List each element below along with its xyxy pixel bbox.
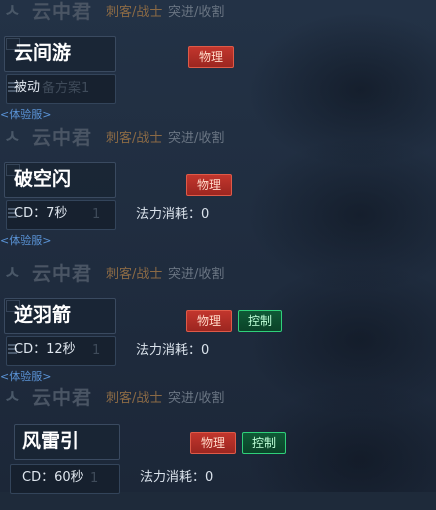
ghost-label: 1 bbox=[92, 207, 101, 222]
hero-roles: 刺客/战士 bbox=[106, 267, 163, 282]
physical-tag: 物理 bbox=[188, 46, 234, 68]
skill-name: 破空闪 bbox=[14, 168, 72, 190]
ghost-label: 1 bbox=[92, 343, 101, 358]
test-server-link[interactable]: <体验服> bbox=[0, 234, 51, 248]
hero-logo-icon: ㅅ bbox=[4, 1, 21, 22]
hero-header: ㅅ 云中君 刺客/战士 突进/收割 bbox=[0, 262, 436, 288]
hero-logo-icon: ㅅ bbox=[4, 127, 21, 148]
hero-name: 云中君 bbox=[32, 263, 93, 285]
test-server-link[interactable]: <体验服> bbox=[0, 370, 51, 384]
hero-logo-icon: ㅅ bbox=[4, 263, 21, 284]
hero-header: ㅅ 云中君 刺客/战士 突进/收割 bbox=[0, 386, 436, 412]
skill-info-text: 被动 bbox=[14, 80, 41, 95]
skill-name: 逆羽箭 bbox=[14, 304, 72, 326]
skill-name: 云间游 bbox=[14, 42, 72, 64]
skill-info-text: CD：7秒 bbox=[14, 206, 68, 221]
ghost-label: 1 bbox=[90, 471, 99, 486]
hero-roles: 刺客/战士 bbox=[106, 5, 163, 20]
hero-name: 云中君 bbox=[32, 1, 93, 23]
hero-tags: 突进/收割 bbox=[168, 131, 225, 146]
hero-roles: 刺客/战士 bbox=[106, 131, 163, 146]
hero-roles: 刺客/战士 bbox=[106, 391, 163, 406]
hero-header: ㅅ 云中君 刺客/战士 突进/收割 bbox=[0, 0, 436, 26]
skill-panel-2: ㅅ 云中君 刺客/战士 突进/收割 破空闪 物理 CD：7秒 1 法力消耗：0 … bbox=[0, 126, 436, 250]
mana-cost-text: 法力消耗：0 bbox=[136, 343, 210, 358]
hero-logo-icon: ㅅ bbox=[4, 387, 21, 408]
control-tag: 控制 bbox=[238, 310, 282, 332]
skill-info-text: CD：12秒 bbox=[14, 342, 76, 357]
skill-panel-4: ㅅ 云中君 刺客/战士 突进/收割 风雷引 物理 控制 CD：60秒 1 法力消… bbox=[0, 386, 436, 510]
skill-info-text: CD：60秒 bbox=[22, 470, 84, 485]
physical-tag: 物理 bbox=[186, 310, 232, 332]
mana-cost-text: 法力消耗：0 bbox=[136, 207, 210, 222]
hero-header: ㅅ 云中君 刺客/战士 突进/收割 bbox=[0, 126, 436, 152]
control-tag: 控制 bbox=[242, 432, 286, 454]
skill-name: 风雷引 bbox=[22, 430, 80, 452]
test-server-link[interactable]: <体验服> bbox=[0, 108, 51, 122]
ghost-label: 备方案1 bbox=[42, 81, 90, 96]
physical-tag: 物理 bbox=[186, 174, 232, 196]
hero-name: 云中君 bbox=[32, 127, 93, 149]
hero-tags: 突进/收割 bbox=[168, 267, 225, 282]
hero-name: 云中君 bbox=[32, 387, 93, 409]
physical-tag: 物理 bbox=[190, 432, 236, 454]
mana-cost-text: 法力消耗：0 bbox=[140, 470, 214, 485]
skill-panel-3: ㅅ 云中君 刺客/战士 突进/收割 逆羽箭 物理 控制 CD：12秒 1 法力消… bbox=[0, 262, 436, 386]
hero-tags: 突进/收割 bbox=[168, 5, 225, 20]
skill-panel-1: ㅅ 云中君 刺客/战士 突进/收割 云间游 物理 被动 备方案1 <体验服> bbox=[0, 0, 436, 124]
hero-tags: 突进/收割 bbox=[168, 391, 225, 406]
